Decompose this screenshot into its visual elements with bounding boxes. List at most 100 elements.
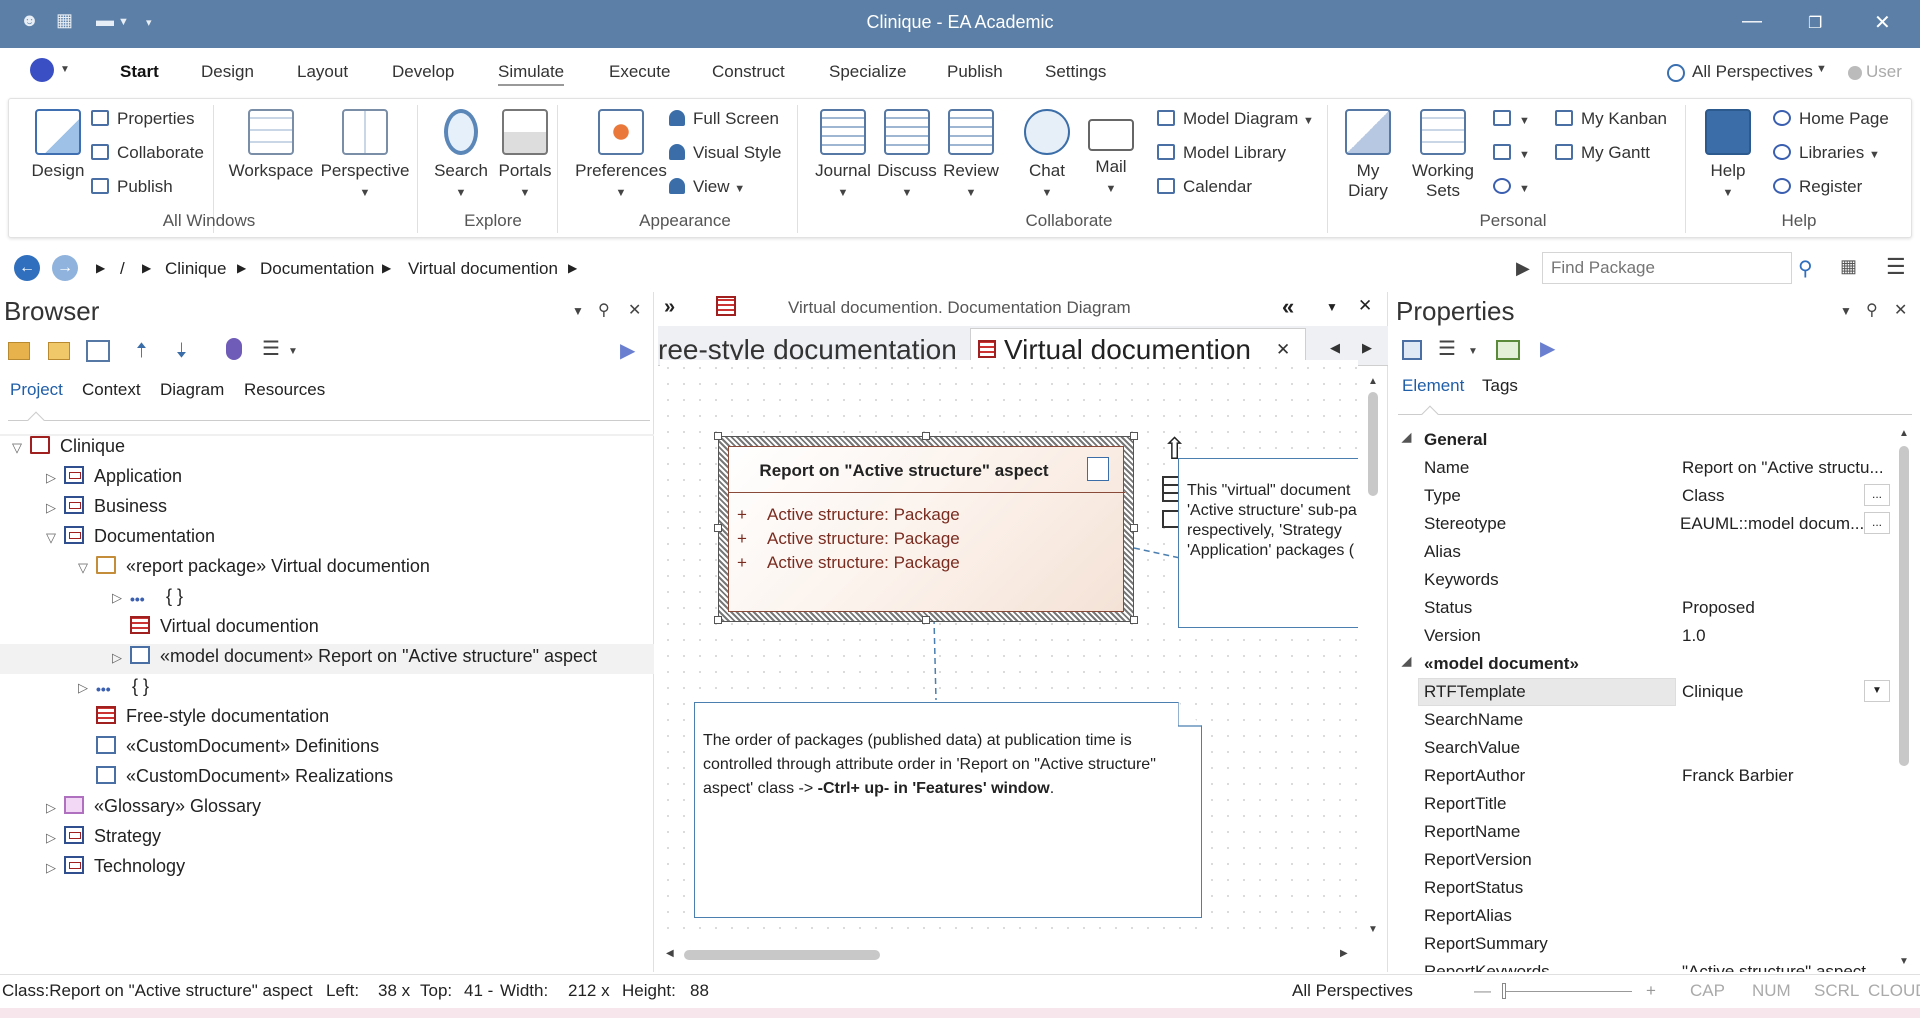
chevron-down-icon[interactable]: ▼	[60, 64, 70, 75]
properties-scrollbar[interactable]: ▲ ▼	[1896, 426, 1912, 972]
browse-button[interactable]: ...	[1864, 484, 1890, 506]
tree-item-business[interactable]: ▷ Business	[46, 496, 167, 526]
tree-item-clinique[interactable]: ▽ Clinique	[12, 436, 125, 466]
section-general[interactable]: ◢ General	[1400, 426, 1890, 454]
pin-icon[interactable]: ⚲	[1866, 300, 1878, 320]
prop-row-reportname[interactable]: ReportName	[1400, 818, 1890, 846]
tree-item-braces-2[interactable]: ▷ ••• { }	[78, 676, 149, 706]
scrollbar-thumb[interactable]	[684, 950, 880, 960]
play-icon[interactable]: ▶	[1516, 258, 1530, 279]
zoom-slider[interactable]	[1502, 991, 1632, 992]
close-icon[interactable]: ✕	[1358, 296, 1372, 316]
browse-button[interactable]: ...	[1864, 512, 1890, 534]
status-perspectives[interactable]: All Perspectives	[1292, 981, 1413, 1001]
tree-item-documentation[interactable]: ▽ Documentation	[46, 526, 215, 556]
tab-design[interactable]: Design	[201, 62, 254, 82]
resize-handle[interactable]	[714, 524, 722, 532]
breadcrumb-documentation[interactable]: Documentation	[260, 259, 374, 279]
arrow-down-icon[interactable]: 🠣	[176, 336, 187, 370]
prop-row-searchname[interactable]: SearchName	[1400, 706, 1890, 734]
visual-style-button[interactable]: Visual Style	[669, 143, 782, 163]
personal-window-button-3[interactable]: ▼	[1493, 177, 1530, 197]
section-model-document[interactable]: ◢ «model document»	[1400, 650, 1890, 678]
expand-arrow-icon[interactable]: ▷	[46, 860, 64, 876]
close-icon[interactable]: ✕	[628, 300, 641, 320]
attribute-row[interactable]: + Active structure: Package	[737, 503, 960, 527]
tree-item-strategy[interactable]: ▷ Strategy	[46, 826, 161, 856]
expand-left-icon[interactable]: »	[664, 296, 675, 319]
tree-item-definitions[interactable]: «CustomDocument» Definitions	[78, 736, 379, 766]
perspectives-dropdown[interactable]: All Perspectives	[1692, 62, 1813, 82]
collapse-icon[interactable]: ◢	[1402, 654, 1411, 668]
dropdown-button[interactable]: ▼	[1864, 680, 1890, 702]
view-button[interactable]: View ▼	[669, 177, 745, 197]
tree-item-model-document[interactable]: ▷ «model document» Report on "Active stru…	[112, 646, 597, 676]
back-button[interactable]: ←	[14, 255, 40, 281]
prop-row-type[interactable]: Type Class...	[1400, 482, 1890, 510]
prop-row-reporttitle[interactable]: ReportTitle	[1400, 790, 1890, 818]
mail-button[interactable]: Mail ▼	[1073, 109, 1149, 197]
prop-row-reportstatus[interactable]: ReportStatus	[1400, 874, 1890, 902]
note-element[interactable]: The order of packages (published data) a…	[694, 702, 1202, 918]
toolbar-options-icon[interactable]: ▦	[1840, 256, 1857, 277]
prop-row-rtftemplate[interactable]: RTFTemplate Clinique ▼	[1400, 678, 1890, 706]
scrollbar-thumb[interactable]	[1899, 446, 1909, 766]
working-sets-button[interactable]: Working Sets	[1401, 109, 1485, 201]
horizontal-scrollbar[interactable]: ◀ ▶	[662, 946, 1362, 964]
collaborate-button[interactable]: Collaborate	[91, 143, 204, 163]
chevron-down-icon[interactable]: ▼	[572, 304, 584, 318]
personal-window-button-1[interactable]: ▼	[1493, 109, 1530, 129]
tree-item-braces[interactable]: ▷ ••• { }	[112, 586, 183, 616]
tab-develop[interactable]: Develop	[392, 62, 454, 82]
zoom-out-button[interactable]: —	[1474, 981, 1491, 1001]
save-icon[interactable]	[1402, 340, 1422, 360]
breadcrumb-root[interactable]: /	[120, 259, 125, 279]
resize-handle[interactable]	[714, 616, 722, 624]
prop-row-reportalias[interactable]: ReportAlias	[1400, 902, 1890, 930]
breadcrumb-virtual-documention[interactable]: Virtual documention	[408, 259, 558, 279]
prop-row-reportkeywords[interactable]: ReportKeywords "Active structure" aspect	[1400, 958, 1890, 972]
image-icon[interactable]	[1496, 340, 1520, 360]
app-menu-icon[interactable]	[30, 58, 54, 82]
breadcrumb-clinique[interactable]: Clinique	[165, 259, 226, 279]
close-icon[interactable]: ✕	[1894, 300, 1907, 320]
home-page-button[interactable]: Home Page	[1773, 109, 1889, 129]
my-diary-button[interactable]: My Diary	[1333, 109, 1403, 201]
help-button[interactable]: Help ▼	[1693, 109, 1763, 201]
play-icon[interactable]: ▶	[620, 338, 635, 363]
zoom-in-button[interactable]: +	[1646, 981, 1656, 1001]
model-library-button[interactable]: Model Library	[1157, 143, 1286, 163]
resize-handle[interactable]	[1130, 616, 1138, 624]
zoom-slider-thumb[interactable]	[1502, 983, 1506, 999]
class-element[interactable]: Report on "Active structure" aspect + Act…	[728, 446, 1125, 612]
resize-handle[interactable]	[714, 432, 722, 440]
search-icon[interactable]: ⚲	[1798, 256, 1813, 281]
scroll-up-icon[interactable]: ▲	[1899, 428, 1909, 439]
prop-row-keywords[interactable]: Keywords	[1400, 566, 1890, 594]
vertical-scrollbar[interactable]: ▲ ▼	[1364, 372, 1382, 940]
chevron-down-icon[interactable]: ▼	[288, 346, 298, 357]
expand-arrow-icon[interactable]: ▽	[12, 440, 30, 456]
tab-tags[interactable]: Tags	[1482, 376, 1518, 396]
model-diagram-button[interactable]: Model Diagram ▼	[1157, 109, 1314, 129]
tab-project[interactable]: Project	[10, 380, 63, 400]
tab-layout[interactable]: Layout	[297, 62, 348, 82]
scroll-up-icon[interactable]: ▲	[1368, 376, 1378, 387]
prop-row-stereotype[interactable]: Stereotype EAUML::model docum......	[1400, 510, 1890, 538]
tab-execute[interactable]: Execute	[609, 62, 670, 82]
resize-handle[interactable]	[1130, 524, 1138, 532]
menu-icon[interactable]: ☰	[1438, 336, 1456, 361]
resize-handle[interactable]	[1130, 432, 1138, 440]
arrow-up-icon[interactable]: 🠡	[136, 336, 147, 370]
full-screen-button[interactable]: Full Screen	[669, 109, 779, 129]
folder-icon[interactable]	[48, 342, 70, 360]
collapse-icon[interactable]: ◢	[1402, 430, 1411, 444]
pin-icon[interactable]: ⚲	[598, 300, 610, 320]
play-icon[interactable]: ▶	[1540, 336, 1555, 361]
tab-resources[interactable]: Resources	[244, 380, 325, 400]
collapse-right-icon[interactable]: «	[1282, 294, 1294, 320]
note-element-2[interactable]: This "virtual" document 'Active structur…	[1178, 458, 1358, 628]
my-kanban-button[interactable]: My Kanban	[1555, 109, 1667, 129]
close-button[interactable]: ✕	[1874, 10, 1891, 35]
prop-row-reportsummary[interactable]: ReportSummary	[1400, 930, 1890, 958]
